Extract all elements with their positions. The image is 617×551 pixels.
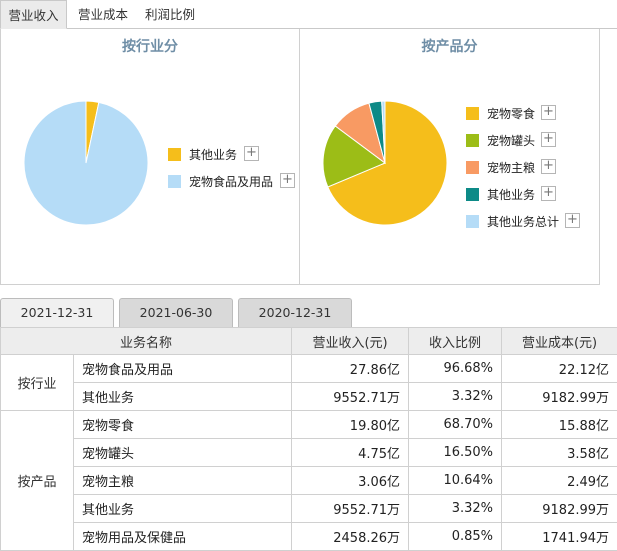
row-revenue: 4.75亿 — [291, 438, 410, 467]
header-ratio: 收入比例 — [408, 327, 503, 355]
header-cost: 营业成本(元) — [501, 327, 617, 355]
row-revenue: 27.86亿 — [291, 354, 410, 383]
legend-swatch — [466, 215, 479, 228]
product-pie-chart — [322, 100, 448, 226]
legend-label: 其他业务总计 — [487, 215, 560, 229]
table-header-row: 业务名称 营业收入(元) 收入比例 营业成本(元) — [0, 327, 617, 355]
row-cost: 9182.99万 — [501, 382, 617, 411]
table-row: 其他业务 9552.71万 3.32% 9182.99万 — [1, 382, 617, 411]
legend-label: 其他业务 — [189, 148, 238, 162]
business-breakdown-table: 业务名称 营业收入(元) 收入比例 营业成本(元) 按行业 宠物食品及用品 27… — [0, 327, 617, 551]
legend-swatch — [466, 107, 479, 120]
legend-label: 其他业务 — [487, 188, 536, 202]
header-revenue: 营业收入(元) — [291, 327, 410, 355]
table-row: 宠物主粮 3.06亿 10.64% 2.49亿 — [1, 466, 617, 495]
tab-date-2020-12-31[interactable]: 2020-12-31 — [238, 298, 352, 327]
group-label-industry: 按行业 — [0, 354, 74, 411]
legend-item-staple: 宠物主粮 + — [466, 157, 596, 184]
row-name: 宠物用品及保健品 — [72, 522, 293, 551]
row-cost: 2.49亿 — [501, 466, 617, 495]
legend-item-other: 其他业务 + — [466, 184, 596, 211]
legend-item-canned: 宠物罐头 + — [466, 130, 596, 157]
row-revenue: 2458.26万 — [291, 522, 410, 551]
tab-profit-ratio[interactable]: 利润比例 — [145, 0, 195, 29]
row-cost: 22.12亿 — [501, 354, 617, 383]
row-cost: 9182.99万 — [501, 494, 617, 523]
row-name: 其他业务 — [72, 382, 293, 411]
expand-plus-icon[interactable]: + — [541, 159, 556, 174]
expand-plus-icon[interactable]: + — [541, 105, 556, 120]
expand-plus-icon[interactable]: + — [541, 132, 556, 147]
header-business-name: 业务名称 — [0, 327, 293, 355]
legend-swatch — [466, 161, 479, 174]
legend-swatch — [466, 134, 479, 147]
row-ratio: 10.64% — [408, 466, 503, 495]
industry-pie-chart — [23, 100, 149, 226]
row-name: 宠物罐头 — [72, 438, 293, 467]
expand-plus-icon[interactable]: + — [565, 213, 580, 228]
legend-item-other-total: 其他业务总计 + — [466, 211, 596, 238]
product-chart-title: 按产品分 — [421, 39, 478, 55]
group-label-product: 按产品 — [0, 410, 74, 551]
row-name: 宠物主粮 — [72, 466, 293, 495]
tab-revenue[interactable]: 营业收入 — [0, 0, 67, 29]
industry-legend: 其他业务 + 宠物食品及用品 + — [168, 144, 298, 198]
legend-label: 宠物罐头 — [487, 134, 536, 148]
row-revenue: 19.80亿 — [291, 410, 410, 439]
legend-item-snacks: 宠物零食 + — [466, 103, 596, 130]
legend-label: 宠物零食 — [487, 107, 536, 121]
table-row: 宠物用品及保健品 2458.26万 0.85% 1741.94万 — [1, 522, 617, 551]
tab-date-2021-06-30[interactable]: 2021-06-30 — [119, 298, 233, 327]
table-row: 其他业务 9552.71万 3.32% 9182.99万 — [1, 494, 617, 523]
row-revenue: 9552.71万 — [291, 494, 410, 523]
legend-swatch — [466, 188, 479, 201]
row-name: 宠物零食 — [72, 410, 293, 439]
row-cost: 1741.94万 — [501, 522, 617, 551]
pie-slice-宠物食品及用品 — [23, 100, 149, 226]
legend-label: 宠物食品及用品 — [189, 175, 274, 189]
legend-swatch — [168, 175, 181, 188]
row-revenue: 9552.71万 — [291, 382, 410, 411]
legend-item-other: 其他业务 + — [168, 144, 298, 171]
expand-plus-icon[interactable]: + — [280, 173, 295, 188]
legend-item-pet-food: 宠物食品及用品 + — [168, 171, 298, 198]
table-row: 按产品 宠物零食 19.80亿 68.70% 15.88亿 — [0, 410, 617, 551]
table-row: 宠物罐头 4.75亿 16.50% 3.58亿 — [1, 438, 617, 467]
row-revenue: 3.06亿 — [291, 466, 410, 495]
row-cost: 15.88亿 — [501, 410, 617, 439]
row-ratio: 16.50% — [408, 438, 503, 467]
tab-cost[interactable]: 营业成本 — [78, 0, 128, 29]
row-ratio: 68.70% — [408, 410, 503, 439]
tab-date-2021-12-31[interactable]: 2021-12-31 — [0, 298, 114, 327]
table-row: 按行业 宠物食品及用品 27.86亿 96.68% 22.12亿 — [0, 354, 617, 411]
row-ratio: 96.68% — [408, 354, 503, 383]
expand-plus-icon[interactable]: + — [244, 146, 259, 161]
row-ratio: 3.32% — [408, 494, 503, 523]
industry-chart-panel: 按行业分 其他业务 + 宠物食品及用品 + — [0, 29, 300, 285]
row-name: 宠物食品及用品 — [72, 354, 293, 383]
product-legend: 宠物零食 + 宠物罐头 + 宠物主粮 + 其他业务 + 其他业务总计 + — [466, 103, 596, 238]
row-cost: 3.58亿 — [501, 438, 617, 467]
industry-chart-title: 按行业分 — [122, 39, 178, 55]
row-ratio: 0.85% — [408, 522, 503, 551]
legend-swatch — [168, 148, 181, 161]
legend-label: 宠物主粮 — [487, 161, 536, 175]
date-tab-bar: 2021-12-31 2021-06-30 2020-12-31 — [0, 298, 617, 327]
row-name: 其他业务 — [72, 494, 293, 523]
expand-plus-icon[interactable]: + — [541, 186, 556, 201]
product-chart-panel: 按产品分 宠物零食 + 宠物罐头 + 宠物主粮 + 其他业务 + 其他业务总计 … — [300, 29, 600, 285]
top-tab-bar: 营业收入 营业成本 利润比例 — [0, 0, 617, 29]
row-ratio: 3.32% — [408, 382, 503, 411]
